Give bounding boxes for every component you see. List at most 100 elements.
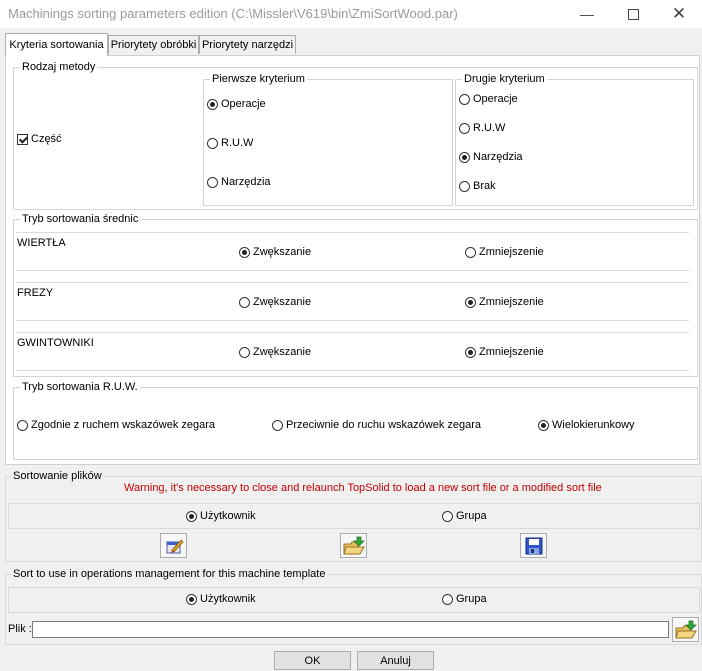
minimize-button[interactable]: —	[564, 0, 610, 28]
ops-user-label: Użytkownik	[200, 593, 256, 605]
radio-icon	[239, 296, 250, 308]
radio-icon	[442, 593, 453, 605]
diameter-row-label: GWINTOWNIKI	[17, 337, 94, 349]
first-radio-operacje[interactable]: Operacje	[207, 98, 266, 110]
second-radio-brak[interactable]: Brak	[459, 180, 496, 192]
part-checkbox-label: Część	[31, 133, 62, 145]
open-folder-icon	[342, 536, 365, 554]
diameter-row-wiertla	[16, 232, 689, 271]
second-radio-operacje-label: Operacje	[473, 93, 518, 105]
checkbox-icon	[17, 133, 28, 145]
second-radio-operacje[interactable]: Operacje	[459, 93, 518, 105]
ruw-radio-counterclockwise[interactable]: Przeciwnie do ruchu wskazówek zegara	[272, 419, 481, 431]
gwintowniki-radio-decrease[interactable]: Zmniejszenie	[465, 346, 544, 358]
edit-file-button[interactable]	[160, 533, 187, 558]
file-field-label: Plik :	[8, 623, 32, 635]
radio-icon	[207, 176, 218, 188]
frezy-radio-increase[interactable]: Zwększanie	[239, 296, 311, 308]
ops-sort-options	[8, 587, 700, 613]
tab-kryteria-sortowania[interactable]: Kryteria sortowania	[5, 33, 108, 56]
minimize-icon: —	[580, 6, 594, 22]
wiertla-radio-increase[interactable]: Zwększanie	[239, 246, 311, 258]
radio-icon	[239, 246, 250, 258]
frezy-decrease-label: Zmniejszenie	[479, 296, 544, 308]
window-title: Machinings sorting parameters edition (C…	[8, 6, 458, 21]
tab-priorytety-obrobki[interactable]: Priorytety obróbki	[108, 35, 199, 54]
gwintowniki-increase-label: Zwększanie	[253, 346, 312, 358]
second-radio-ruw[interactable]: R.U.W	[459, 122, 505, 134]
radio-icon	[239, 346, 250, 358]
wiertla-radio-decrease[interactable]: Zmniejszenie	[465, 246, 544, 258]
files-radio-group[interactable]: Grupa	[442, 510, 487, 522]
file-sort-options	[8, 503, 700, 529]
diameter-row-label: WIERTŁA	[17, 237, 66, 249]
first-criterion-label: Pierwsze kryterium	[210, 73, 307, 85]
ops-radio-group[interactable]: Grupa	[442, 593, 487, 605]
radio-icon	[459, 151, 470, 163]
ruw-clockwise-label: Zgodnie z ruchem wskazówek zegara	[31, 419, 216, 431]
first-radio-ruw-label: R.U.W	[221, 137, 254, 149]
radio-icon	[465, 346, 476, 358]
files-group-label: Grupa	[456, 510, 487, 522]
second-radio-narzedzia-label: Narzędzia	[473, 151, 523, 163]
open-folder-icon	[674, 620, 697, 638]
radio-icon	[207, 98, 218, 110]
close-icon: ✕	[671, 4, 687, 23]
radio-icon	[465, 296, 476, 308]
save-disk-icon	[525, 537, 542, 554]
radio-icon	[207, 137, 218, 149]
first-radio-operacje-label: Operacje	[221, 98, 266, 110]
maximize-button[interactable]	[610, 0, 656, 28]
close-button[interactable]: ✕	[656, 0, 702, 28]
file-sort-label: Sortowanie plików	[11, 470, 104, 482]
radio-icon	[186, 510, 197, 522]
radio-icon	[17, 419, 28, 431]
first-radio-narzedzia-label: Narzędzia	[221, 176, 271, 188]
diameter-row-frezy	[16, 282, 689, 321]
files-user-label: Użytkownik	[200, 510, 256, 522]
radio-icon	[272, 419, 283, 431]
first-radio-narzedzia[interactable]: Narzędzia	[207, 176, 271, 188]
ruw-counterclockwise-label: Przeciwnie do ruchu wskazówek zegara	[286, 419, 482, 431]
edit-file-icon	[166, 538, 183, 553]
frezy-increase-label: Zwększanie	[253, 296, 312, 308]
ruw-multidirectional-label: Wielokierunkowy	[552, 419, 635, 431]
second-radio-narzedzia[interactable]: Narzędzia	[459, 151, 523, 163]
files-radio-user[interactable]: Użytkownik	[186, 510, 256, 522]
radio-icon	[442, 510, 453, 522]
part-checkbox[interactable]: Część	[17, 133, 62, 145]
frezy-radio-decrease[interactable]: Zmniejszenie	[465, 296, 544, 308]
diameter-row-label: FREZY	[17, 287, 54, 299]
ok-button[interactable]: OK	[274, 651, 351, 670]
file-path-input[interactable]	[32, 621, 669, 638]
diameter-row-gwintowniki	[16, 332, 689, 371]
second-radio-brak-label: Brak	[473, 180, 496, 192]
ops-radio-user[interactable]: Użytkownik	[186, 593, 256, 605]
first-radio-ruw[interactable]: R.U.W	[207, 137, 253, 149]
radio-icon	[459, 180, 470, 192]
gwintowniki-radio-increase[interactable]: Zwększanie	[239, 346, 311, 358]
save-file-button[interactable]	[520, 533, 547, 558]
ops-sort-label: Sort to use in operations management for…	[11, 568, 328, 580]
cancel-button[interactable]: Anuluj	[357, 651, 434, 670]
wiertla-increase-label: Zwększanie	[253, 246, 312, 258]
browse-file-button[interactable]	[672, 617, 699, 642]
ruw-radio-clockwise[interactable]: Zgodnie z ruchem wskazówek zegara	[17, 419, 215, 431]
second-radio-ruw-label: R.U.W	[473, 122, 506, 134]
gwintowniki-decrease-label: Zmniejszenie	[479, 346, 544, 358]
open-folder-button[interactable]	[340, 533, 367, 558]
ops-group-label: Grupa	[456, 593, 487, 605]
radio-icon	[186, 593, 197, 605]
radio-icon	[459, 93, 470, 105]
warning-message: Warning, it's necessary to close and rel…	[124, 482, 602, 494]
maximize-icon	[627, 8, 639, 20]
method-group-label: Rodzaj metody	[20, 61, 98, 73]
wiertla-decrease-label: Zmniejszenie	[479, 246, 544, 258]
tab-priorytety-narzedzi[interactable]: Priorytety narzędzi	[199, 35, 296, 54]
title-bar: Machinings sorting parameters edition (C…	[0, 0, 702, 28]
diameter-sort-label: Tryb sortowania średnic	[20, 213, 141, 225]
ruw-sort-label: Tryb sortowania R.U.W.	[20, 381, 140, 393]
second-criterion-label: Drugie kryterium	[462, 73, 547, 85]
ruw-radio-multidirectional[interactable]: Wielokierunkowy	[538, 419, 635, 431]
radio-icon	[465, 246, 476, 258]
